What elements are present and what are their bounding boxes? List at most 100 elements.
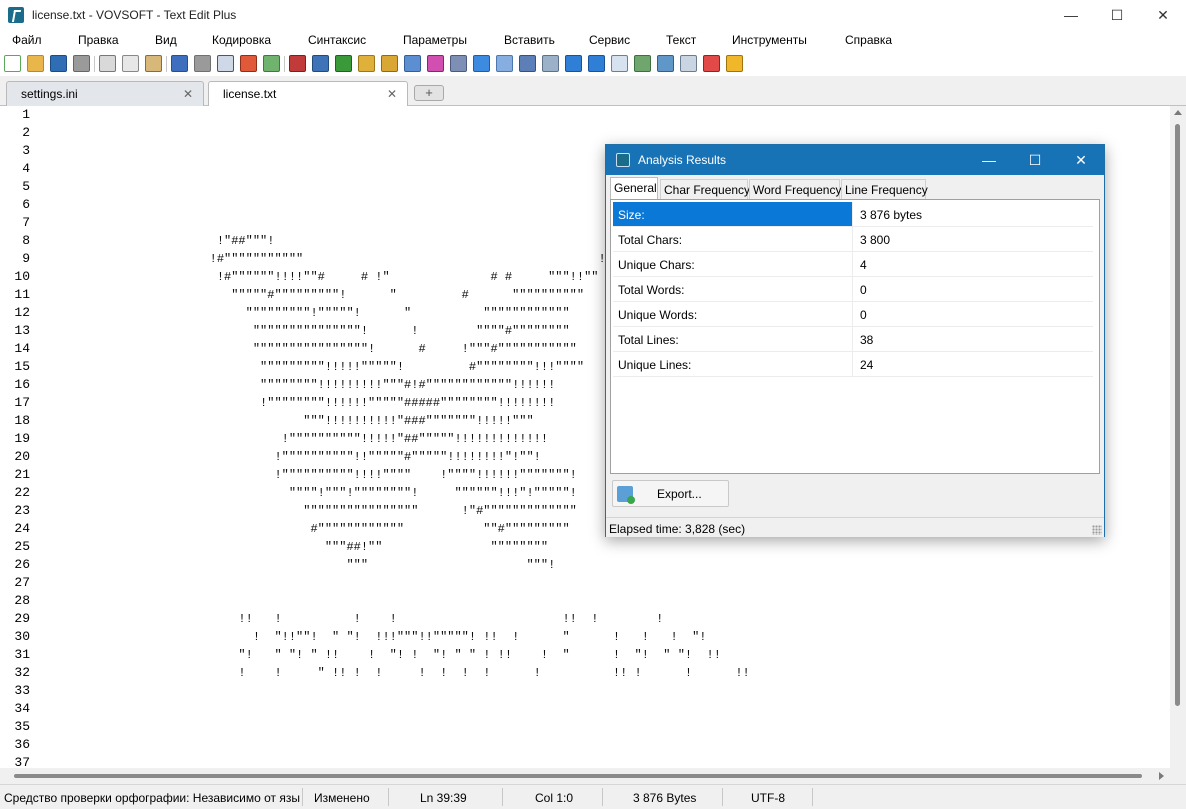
paste-icon[interactable]	[145, 55, 162, 72]
table-row[interactable]: Total Words: 0	[613, 277, 1093, 302]
horizontal-scrollbar[interactable]	[0, 768, 1170, 784]
sort-za-icon[interactable]	[657, 55, 674, 72]
color-wheel-icon[interactable]	[427, 55, 444, 72]
menu-service[interactable]: Сервис	[589, 33, 630, 47]
resize-grip-icon[interactable]	[1092, 525, 1102, 535]
tab-general[interactable]: General	[610, 177, 658, 199]
code-line[interactable]: "! " "! " !! ! "! ! "! " " ! !! ! " ! "!…	[44, 646, 721, 664]
tab-license-txt[interactable]: license.txt ✕	[208, 81, 408, 107]
code-line[interactable]: #"""""""""""" ""#"""""""""	[44, 520, 569, 538]
warning-icon[interactable]	[726, 55, 743, 72]
code-line[interactable]: !"##"""!	[44, 232, 275, 250]
print-icon[interactable]	[73, 55, 90, 72]
title-bar: license.txt - VOVSOFT - Text Edit Plus —…	[0, 0, 1186, 30]
scroll-right-icon[interactable]	[1159, 772, 1164, 780]
code-line[interactable]: """ """!	[44, 556, 555, 574]
find-icon[interactable]	[217, 55, 234, 72]
tab-char-frequency[interactable]: Char Frequency	[660, 179, 750, 199]
code-line[interactable]: ! "!!""! " "! !!!"""!!"""""! !! ! " ! ! …	[44, 628, 707, 646]
code-line[interactable]: !#""""""""""" !""!"	[44, 250, 635, 268]
tab-settings-ini[interactable]: settings.ini ✕	[6, 81, 204, 106]
book-icon[interactable]	[289, 55, 306, 72]
code-line[interactable]: """""""""""""""! ! """"#""""""""	[44, 322, 570, 340]
window-copy-icon[interactable]	[611, 55, 628, 72]
table-row[interactable]: Unique Words: 0	[613, 302, 1093, 327]
table-row[interactable]: Total Lines: 38	[613, 327, 1093, 352]
export-button[interactable]: Export...	[612, 480, 729, 507]
maximize-button[interactable]: ☐	[1094, 0, 1140, 30]
code-line[interactable]: ! ! " !! ! ! ! ! ! ! ! !! ! ! !!	[44, 664, 749, 682]
sort-az-icon[interactable]	[634, 55, 651, 72]
calendar-icon[interactable]	[703, 55, 720, 72]
menu-file[interactable]: Файл	[12, 33, 42, 47]
scroll-up-icon[interactable]	[1174, 110, 1182, 115]
code-line[interactable]: !""""""""""!!!!!"##"""""!!!!!!!!!!!!!	[44, 430, 548, 448]
table-row[interactable]: Unique Lines: 24	[613, 352, 1093, 377]
menu-text[interactable]: Текст	[666, 33, 696, 47]
dialog-close-button[interactable]: ✕	[1058, 145, 1104, 175]
menu-options[interactable]: Параметры	[403, 33, 467, 47]
lock-alt-icon[interactable]	[381, 55, 398, 72]
code-line[interactable]: !""""""""""!!!!"""" !""""!!!!!!"""""""!	[44, 466, 576, 484]
upload-icon[interactable]	[404, 55, 421, 72]
vertical-scrollbar[interactable]	[1170, 106, 1186, 768]
code-line[interactable]: """""""""!!!!!"""""! #""""""""!!!""""	[44, 358, 584, 376]
panel-icon[interactable]	[680, 55, 697, 72]
dialog-title-bar[interactable]: Analysis Results — ☐ ✕	[606, 145, 1104, 175]
copy-icon[interactable]	[122, 55, 139, 72]
code-line[interactable]: """""#"""""""""! " # """"""""""	[44, 286, 584, 304]
close-button[interactable]: ✕	[1140, 0, 1186, 30]
status-encoding[interactable]: UTF-8	[751, 791, 785, 805]
save-icon[interactable]	[50, 55, 67, 72]
code-line[interactable]: """!!!!!!!!!!"###"""""""!!!!!"""	[44, 412, 533, 430]
lock-icon[interactable]	[358, 55, 375, 72]
code-line[interactable]: !#""""""!!!!""# # !" # # """!!""	[44, 268, 599, 286]
keyboard-icon[interactable]	[542, 55, 559, 72]
open-folder-icon[interactable]	[27, 55, 44, 72]
scroll-thumb[interactable]	[14, 774, 1142, 778]
arrow-down-icon[interactable]	[588, 55, 605, 72]
menu-tools[interactable]: Инструменты	[732, 33, 807, 47]
list-icon[interactable]	[519, 55, 536, 72]
code-line[interactable]: !""""""""""!!"""""#"""""!!!!!!!!"!""!	[44, 448, 540, 466]
arrow-right-icon[interactable]	[565, 55, 582, 72]
code-line[interactable]: """"""""""""""""! # !"""#"""""""""""	[44, 340, 577, 358]
table-row[interactable]: Unique Chars: 4	[613, 252, 1093, 277]
code-line[interactable]: """"!"""!""""""""! """"""!!!"!"""""!	[44, 484, 577, 502]
scroll-thumb[interactable]	[1175, 124, 1180, 706]
undo-icon[interactable]	[171, 55, 188, 72]
cut-icon[interactable]	[99, 55, 116, 72]
minimize-button[interactable]: —	[1048, 0, 1094, 30]
dialog-minimize-button[interactable]: —	[966, 145, 1012, 175]
monitor-icon[interactable]	[312, 55, 329, 72]
pen-icon[interactable]	[450, 55, 467, 72]
menu-view[interactable]: Вид	[155, 33, 177, 47]
menu-edit[interactable]: Правка	[78, 33, 119, 47]
menu-insert[interactable]: Вставить	[504, 33, 555, 47]
new-tab-button[interactable]: +	[414, 85, 444, 101]
menu-encoding[interactable]: Кодировка	[212, 33, 271, 47]
table-row[interactable]: Size: 3 876 bytes	[613, 202, 1093, 227]
tab-close-icon[interactable]: ✕	[183, 87, 193, 101]
code-line[interactable]: """""""""""""""" !"#"""""""""""""	[44, 502, 577, 520]
new-file-icon[interactable]	[4, 55, 21, 72]
menu-help[interactable]: Справка	[845, 33, 892, 47]
mail-icon[interactable]	[496, 55, 513, 72]
code-line[interactable]: """""""""!"""""! " """"""""""""	[44, 304, 570, 322]
spell-check-icon[interactable]	[335, 55, 352, 72]
menu-syntax[interactable]: Синтаксис	[308, 33, 366, 47]
tab-word-frequency[interactable]: Word Frequency	[749, 179, 841, 199]
tab-line-frequency[interactable]: Line Frequency	[841, 179, 928, 199]
replace-icon[interactable]	[240, 55, 257, 72]
code-line[interactable]: !""""""""!!!!!!"""""#####""""""""!!!!!!!…	[44, 394, 555, 412]
results-grid[interactable]: Size: 3 876 bytes Total Chars: 3 800 Unique …	[610, 199, 1100, 474]
code-line[interactable]: """"""""!!!!!!!!!"""#!#""""""""""""!!!!!…	[44, 376, 555, 394]
tab-close-icon[interactable]: ✕	[387, 87, 397, 101]
dialog-maximize-button[interactable]: ☐	[1012, 145, 1058, 175]
code-line[interactable]: !! ! ! ! !! ! !	[44, 610, 663, 628]
code-line[interactable]: """##!"" """"""""	[44, 538, 548, 556]
redo-icon[interactable]	[194, 55, 211, 72]
filter-icon[interactable]	[473, 55, 490, 72]
goto-icon[interactable]	[263, 55, 280, 72]
table-row[interactable]: Total Chars: 3 800	[613, 227, 1093, 252]
